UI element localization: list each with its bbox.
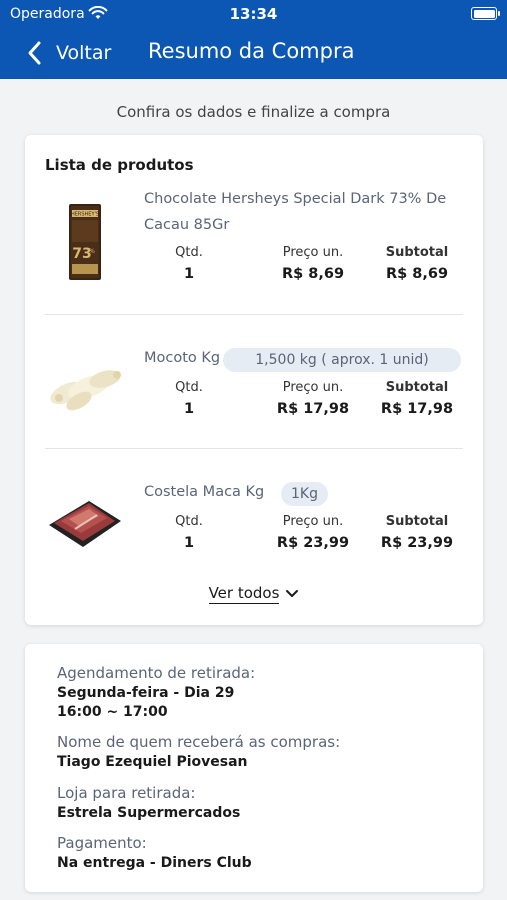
- subtotal-label: Subtotal: [385, 245, 449, 260]
- svg-text:%: %: [89, 248, 95, 255]
- page-subtitle: Confira os dados e finalize a compra: [116, 103, 391, 121]
- header-bar: Operadora 13:34 Voltar Resumo da Compra: [0, 0, 507, 79]
- list-item[interactable]: Mocoto Kg 1,500 kg ( aprox. 1 unid) Qtd.…: [45, 314, 463, 448]
- products-list-title: Lista de produtos: [45, 156, 194, 174]
- unit-info-badge: 1Kg: [281, 482, 328, 506]
- see-all-button[interactable]: Ver todos: [25, 583, 483, 604]
- qty-value: 1: [183, 535, 195, 551]
- back-label: Voltar: [56, 42, 112, 64]
- product-name: Chocolate Hersheys Special Dark 73% De C…: [144, 191, 447, 233]
- unit-price-value: R$ 17,98: [276, 401, 350, 417]
- chevron-down-icon: [286, 589, 299, 597]
- payment-label: Pagamento:: [57, 834, 147, 852]
- qty-value: 1: [183, 401, 195, 417]
- pickup-store-name: Estrela Supermercados: [57, 805, 241, 821]
- subtotal-value: R$ 17,98: [380, 401, 454, 417]
- subtotal-value: R$ 23,99: [380, 535, 454, 551]
- pickup-store-label: Loja para retirada:: [57, 784, 196, 802]
- unit-info-badge: 1,500 kg ( aprox. 1 unid): [223, 348, 461, 372]
- products-card: Lista de produtos HERSHEY'S 73 % Chocola…: [25, 135, 483, 625]
- subtotal-label: Subtotal: [385, 514, 449, 529]
- pickup-schedule-label: Agendamento de retirada:: [57, 664, 256, 682]
- qty-label: Qtd.: [175, 380, 203, 395]
- pickup-time: 16:00 ~ 17:00: [57, 704, 168, 720]
- see-all-label: Ver todos: [208, 584, 280, 604]
- chevron-left-icon: [28, 41, 41, 65]
- unit-price-label: Preço un.: [282, 514, 344, 529]
- unit-price-label: Preço un.: [282, 245, 344, 260]
- list-item[interactable]: Costela Maca Kg 1Kg Qtd. 1 Preço un. R$ …: [45, 448, 463, 582]
- product-name: Mocoto Kg: [144, 350, 221, 366]
- unit-price-value: R$ 23,99: [276, 535, 350, 551]
- unit-price-value: R$ 8,69: [281, 266, 345, 282]
- qty-label: Qtd.: [175, 514, 203, 529]
- qty-value: 1: [183, 266, 195, 282]
- page-title: Resumo da Compra: [148, 39, 355, 63]
- unit-price-label: Preço un.: [282, 380, 344, 395]
- qty-label: Qtd.: [175, 245, 203, 260]
- clock: 13:34: [229, 5, 278, 23]
- status-bar: Operadora 13:34: [0, 0, 507, 28]
- pickup-day: Segunda-feira - Dia 29: [57, 685, 235, 701]
- list-item[interactable]: HERSHEY'S 73 % Chocolate Hersheys Specia…: [45, 180, 463, 314]
- back-button[interactable]: Voltar: [26, 38, 111, 68]
- receiver-name: Tiago Ezequiel Piovesan: [57, 754, 248, 770]
- subtotal-label: Subtotal: [385, 380, 449, 395]
- svg-text:HERSHEY'S: HERSHEY'S: [71, 212, 99, 218]
- receiver-label: Nome de quem receberá as compras:: [57, 733, 341, 751]
- battery-icon: [471, 7, 500, 20]
- rib-meat-tray-icon: [49, 501, 121, 547]
- order-info-card: Agendamento de retirada: Segunda-feira -…: [25, 644, 483, 892]
- mocoto-meat-icon: [50, 370, 121, 411]
- payment-value: Na entrega - Diners Club: [57, 855, 252, 871]
- subtotal-value: R$ 8,69: [385, 266, 449, 282]
- chocolate-bar-icon: HERSHEY'S 73 %: [69, 204, 101, 280]
- product-name: Costela Maca Kg: [144, 484, 265, 500]
